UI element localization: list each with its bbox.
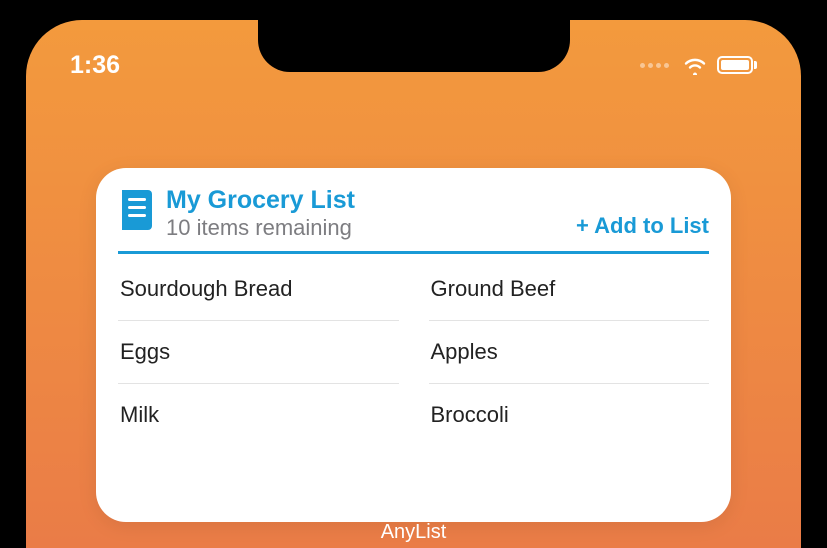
add-to-list-button[interactable]: + Add to List bbox=[576, 213, 709, 239]
battery-icon bbox=[717, 56, 757, 74]
widget-title: My Grocery List bbox=[166, 186, 564, 215]
list-item[interactable]: Milk bbox=[118, 384, 399, 446]
grocery-widget[interactable]: My Grocery List 10 items remaining + Add… bbox=[96, 168, 731, 522]
wifi-icon bbox=[682, 55, 708, 75]
list-icon bbox=[118, 188, 154, 237]
list-item[interactable]: Sourdough Bread bbox=[118, 258, 399, 321]
app-name-label: AnyList bbox=[381, 521, 447, 544]
widget-header: My Grocery List 10 items remaining + Add… bbox=[118, 186, 709, 254]
items-grid: Sourdough Bread Ground Beef Eggs Apples … bbox=[118, 258, 709, 446]
status-indicators bbox=[640, 55, 757, 75]
signal-dots-icon bbox=[640, 63, 669, 68]
list-item[interactable]: Apples bbox=[429, 321, 710, 384]
list-item[interactable]: Broccoli bbox=[429, 384, 710, 446]
status-time: 1:36 bbox=[70, 51, 120, 80]
list-item[interactable]: Eggs bbox=[118, 321, 399, 384]
widget-subtitle: 10 items remaining bbox=[166, 215, 564, 241]
phone-screen: 1:36 bbox=[26, 20, 801, 548]
list-item[interactable]: Ground Beef bbox=[429, 258, 710, 321]
phone-notch bbox=[258, 20, 570, 72]
widget-header-text: My Grocery List 10 items remaining bbox=[166, 186, 564, 241]
